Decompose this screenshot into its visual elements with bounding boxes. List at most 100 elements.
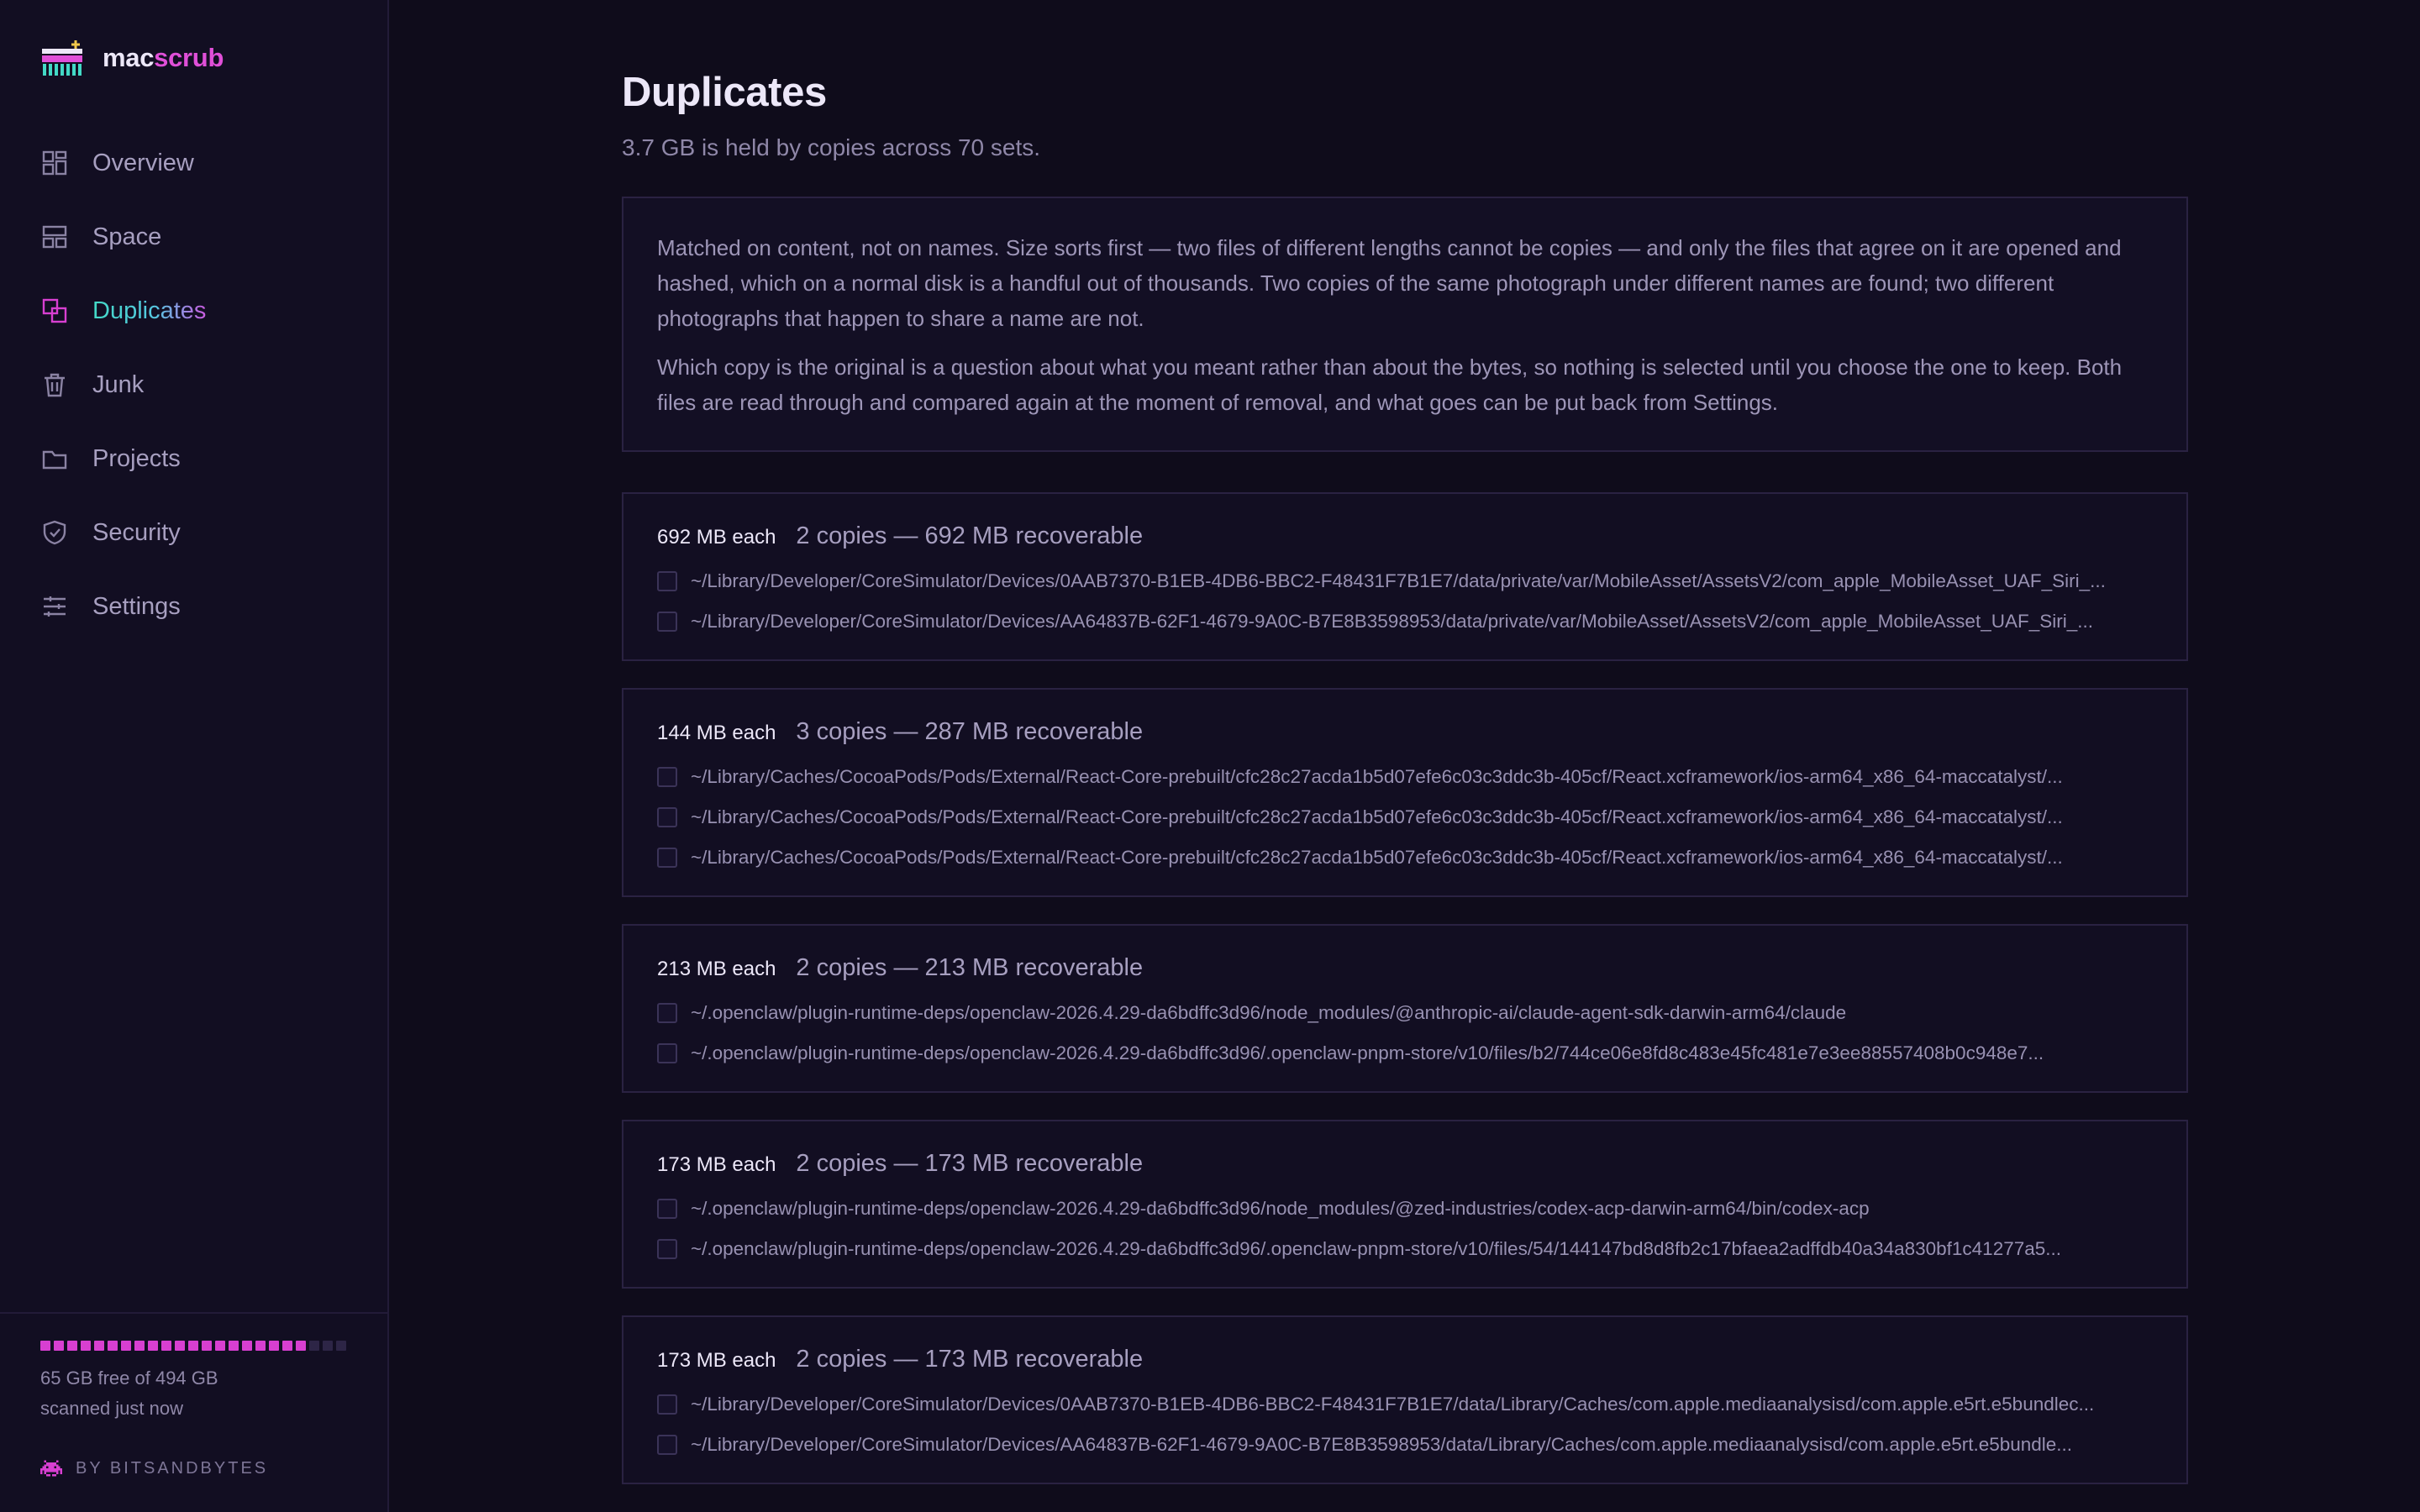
set-file-size: 173 MB each (657, 1153, 776, 1176)
keep-checkbox[interactable] (657, 807, 677, 827)
duplicate-set-header: 213 MB each 2 copies — 213 MB recoverabl… (657, 954, 2153, 982)
duplicate-file-row: ~/Library/Developer/CoreSimulator/Device… (657, 609, 2153, 634)
duplicate-set: 144 MB each 3 copies — 287 MB recoverabl… (622, 688, 2188, 897)
set-file-size: 144 MB each (657, 722, 776, 744)
disk-bar-segment-used (54, 1341, 64, 1351)
set-file-size: 173 MB each (657, 1349, 776, 1372)
sidebar-item-label: Space (92, 223, 162, 250)
file-path: ~/Library/Developer/CoreSimulator/Device… (691, 1434, 2073, 1455)
duplicate-set-header: 692 MB each 2 copies — 692 MB recoverabl… (657, 522, 2153, 550)
sidebar-item-label: Projects (92, 444, 181, 472)
sidebar-item-overview[interactable]: Overview (0, 126, 387, 200)
file-path: ~/Library/Caches/CocoaPods/Pods/External… (691, 847, 2063, 868)
duplicates-icon (42, 298, 67, 323)
duplicate-file-row: ~/Library/Developer/CoreSimulator/Device… (657, 1432, 2153, 1457)
sliders-icon (44, 596, 66, 617)
disk-bar-segment-used (229, 1341, 239, 1351)
trash-icon (45, 373, 65, 397)
duplicate-file-row: ~/Library/Developer/CoreSimulator/Device… (657, 1392, 2153, 1417)
disk-bar-segment-used (67, 1341, 77, 1351)
disk-bar-segment-used (40, 1341, 50, 1351)
duplicate-file-row: ~/Library/Developer/CoreSimulator/Device… (657, 569, 2153, 594)
duplicate-set: 173 MB each 2 copies — 173 MB recoverabl… (622, 1120, 2188, 1289)
duplicate-sets-list: 692 MB each 2 copies — 692 MB recoverabl… (622, 492, 2188, 1484)
disk-bar-segment-used (255, 1341, 266, 1351)
sidebar-item-label: Junk (92, 370, 145, 398)
file-path: ~/.openclaw/plugin-runtime-deps/openclaw… (691, 1042, 2044, 1063)
duplicate-file-row: ~/.openclaw/plugin-runtime-deps/openclaw… (657, 1041, 2153, 1066)
sidebar-item-security[interactable]: Security (0, 496, 387, 570)
disk-bar-segment-used (282, 1341, 292, 1351)
keep-checkbox[interactable] (657, 848, 677, 868)
disk-bar-segment-used (242, 1341, 252, 1351)
disk-bar-segment-free (323, 1341, 333, 1351)
disk-bar-segment-used (108, 1341, 118, 1351)
duplicate-set-header: 144 MB each 3 copies — 287 MB recoverabl… (657, 718, 2153, 746)
disk-bar-segment-used (134, 1341, 145, 1351)
duplicate-set: 213 MB each 2 copies — 213 MB recoverabl… (622, 924, 2188, 1093)
disk-usage-bar (40, 1341, 347, 1351)
sidebar-item-settings[interactable]: Settings (0, 570, 387, 643)
disk-bar-segment-used (269, 1341, 279, 1351)
credit: BY BITSANDBYTES (40, 1458, 347, 1478)
brand: macscrub (40, 39, 224, 77)
keep-checkbox[interactable] (657, 1043, 677, 1063)
disk-bar-segment-used (148, 1341, 158, 1351)
disk-bar-segment-used (188, 1341, 198, 1351)
file-path: ~/.openclaw/plugin-runtime-deps/openclaw… (691, 1002, 1847, 1023)
disk-bar-segment-used (296, 1341, 306, 1351)
info-panel: Matched on content, not on names. Size s… (622, 197, 2188, 452)
scan-status-text: scanned just now (40, 1398, 183, 1419)
sidebar: macscrub Overview Space Duplicates Junk … (0, 0, 389, 1512)
sidebar-item-projects[interactable]: Projects (0, 422, 387, 496)
app-name: macscrub (103, 43, 224, 73)
folder-icon (42, 450, 67, 470)
space-invader-icon (40, 1460, 62, 1477)
set-summary: 2 copies — 213 MB recoverable (796, 954, 1144, 981)
keep-checkbox[interactable] (657, 1239, 677, 1259)
duplicate-file-row: ~/Library/Caches/CocoaPods/Pods/External… (657, 805, 2153, 830)
credit-text: BY BITSANDBYTES (76, 1458, 269, 1478)
set-summary: 2 copies — 173 MB recoverable (796, 1346, 1144, 1373)
app-name-suffix: scrub (154, 43, 224, 72)
set-file-size: 692 MB each (657, 526, 776, 549)
duplicate-file-row: ~/.openclaw/plugin-runtime-deps/openclaw… (657, 1236, 2153, 1262)
duplicate-file-row: ~/Library/Caches/CocoaPods/Pods/External… (657, 764, 2153, 790)
keep-checkbox[interactable] (657, 1435, 677, 1455)
sidebar-item-label: Settings (92, 592, 181, 620)
file-path: ~/Library/Developer/CoreSimulator/Device… (691, 611, 2093, 632)
file-path: ~/Library/Developer/CoreSimulator/Device… (691, 570, 2106, 591)
sidebar-item-label: Security (92, 518, 181, 546)
app-window: macscrub Overview Space Duplicates Junk … (0, 0, 2420, 1512)
sidebar-footer: 65 GB free of 494 GB scanned just now BY… (0, 1312, 387, 1478)
sidebar-item-duplicates[interactable]: Duplicates (0, 274, 387, 348)
keep-checkbox[interactable] (657, 612, 677, 632)
info-paragraph: Which copy is the original is a question… (657, 354, 2123, 415)
keep-checkbox[interactable] (657, 1394, 677, 1415)
disk-bar-segment-free (336, 1341, 346, 1351)
duplicate-set-header: 173 MB each 2 copies — 173 MB recoverabl… (657, 1346, 2153, 1373)
keep-checkbox[interactable] (657, 767, 677, 787)
set-file-size: 213 MB each (657, 958, 776, 980)
sidebar-item-label: Duplicates (92, 297, 207, 324)
keep-checkbox[interactable] (657, 1199, 677, 1219)
disk-free-text: 65 GB free of 494 GB (40, 1368, 218, 1389)
disk-bar-segment-used (215, 1341, 225, 1351)
set-summary: 2 copies — 173 MB recoverable (796, 1150, 1144, 1177)
info-paragraph: Matched on content, not on names. Size s… (657, 235, 2122, 331)
duplicate-set-header: 173 MB each 2 copies — 173 MB recoverabl… (657, 1150, 2153, 1178)
keep-checkbox[interactable] (657, 1003, 677, 1023)
page-title: Duplicates (622, 70, 827, 115)
disk-bar-segment-used (121, 1341, 131, 1351)
sidebar-item-space[interactable]: Space (0, 200, 387, 274)
set-summary: 3 copies — 287 MB recoverable (796, 718, 1144, 745)
sidebar-item-junk[interactable]: Junk (0, 348, 387, 422)
disk-bar-segment-used (175, 1341, 185, 1351)
file-path: ~/Library/Developer/CoreSimulator/Device… (691, 1394, 2095, 1415)
disk-bar-segment-used (94, 1341, 104, 1351)
space-layout-icon (42, 225, 67, 249)
keep-checkbox[interactable] (657, 571, 677, 591)
sidebar-nav: Overview Space Duplicates Junk Projects … (0, 126, 387, 643)
disk-bar-segment-used (202, 1341, 212, 1351)
scrub-brush-logo-icon (42, 40, 82, 76)
